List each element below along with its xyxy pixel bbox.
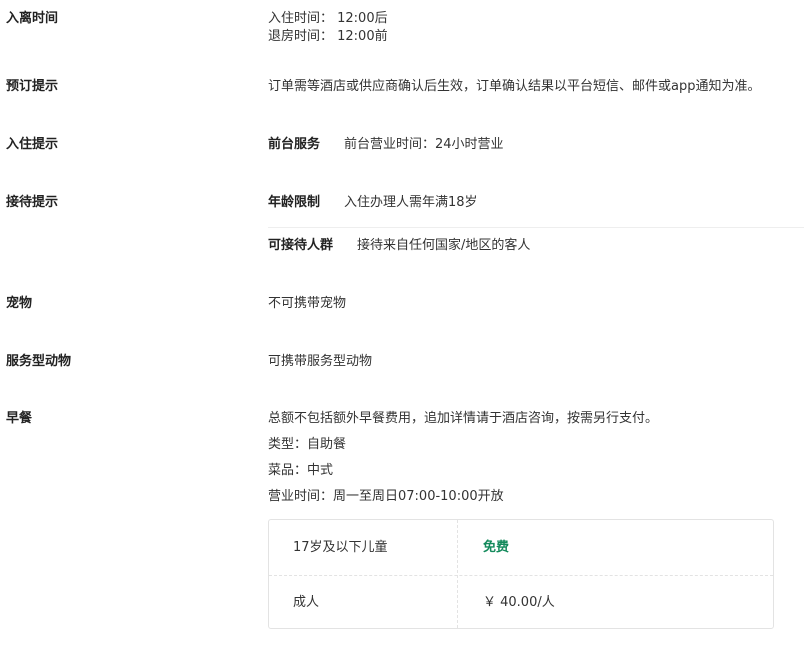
pets-text: 不可携带宠物 (268, 296, 347, 311)
breakfast-hours: 营业时间：周一至周日07:00-10:00开放 (268, 489, 504, 504)
policy-label-booking-notice: 预订提示 (6, 79, 59, 94)
accepted-guests-key: 可接待人群 (268, 238, 334, 253)
fee-guest-type: 成人 (293, 595, 320, 610)
breakfast-note: 总额不包括额外早餐费用，追加详情请于酒店咨询，按需另行支付。 (268, 411, 659, 426)
policy-label-service-animals: 服务型动物 (6, 354, 72, 369)
policy-row-checkin-checkout: 入离时间 入住时间： 12:00后 退房时间： 12:00前 (0, 0, 804, 60)
breakfast-fee-table: 17岁及以下儿童 免费 成人 ￥ 40.00/人 (268, 519, 774, 629)
fee-price-free: 免费 (483, 540, 510, 555)
checkin-checkout-content: 入住时间： 12:00后 退房时间： 12:00前 (268, 10, 804, 46)
policy-row-service-animals: 服务型动物 可携带服务型动物 (0, 345, 804, 385)
checkin-notice-content: 前台服务 前台营业时间：24小时营业 (268, 136, 804, 154)
fee-row: 17岁及以下儿童 免费 (269, 520, 773, 576)
policy-label-checkin-checkout: 入离时间 (6, 11, 59, 26)
pets-content: 不可携带宠物 (268, 295, 804, 313)
checkout-time: 退房时间： 12:00前 (268, 29, 388, 44)
policy-label-pets: 宠物 (6, 296, 33, 311)
policy-row-booking-notice: 预订提示 订单需等酒店或供应商确认后生效，订单确认结果以平台短信、邮件或app通… (0, 70, 804, 110)
breakfast-cuisine: 菜品：中式 (268, 463, 334, 478)
front-desk-service: 前台服务 前台营业时间：24小时营业 (268, 136, 804, 154)
fee-guest-type: 17岁及以下儿童 (293, 540, 388, 555)
policy-row-reception-notice: 接待提示 年龄限制 入住办理人需年满18岁 可接待人群 接待来自任何国家/地区的… (0, 186, 804, 270)
fee-price: ￥ 40.00/人 (483, 595, 555, 610)
reception-sub-divider (268, 227, 804, 228)
policy-label-breakfast: 早餐 (6, 411, 33, 426)
breakfast-content: 总额不包括额外早餐费用，追加详情请于酒店咨询，按需另行支付。 类型：自助餐 菜品… (268, 410, 804, 514)
accepted-guests: 可接待人群 接待来自任何国家/地区的客人 (268, 237, 804, 255)
fee-row: 成人 ￥ 40.00/人 (269, 575, 773, 630)
age-restriction: 年龄限制 入住办理人需年满18岁 (268, 194, 804, 212)
policy-row-breakfast: 早餐 总额不包括额外早餐费用，追加详情请于酒店咨询，按需另行支付。 类型：自助餐… (0, 402, 804, 512)
age-restriction-value: 入住办理人需年满18岁 (344, 195, 478, 210)
policy-row-checkin-notice: 入住提示 前台服务 前台营业时间：24小时营业 (0, 128, 804, 168)
breakfast-type: 类型：自助餐 (268, 437, 347, 452)
booking-notice-content: 订单需等酒店或供应商确认后生效，订单确认结果以平台短信、邮件或app通知为准。 (268, 78, 804, 96)
age-restriction-key: 年龄限制 (268, 195, 321, 210)
policy-label-checkin-notice: 入住提示 (6, 137, 59, 152)
policy-label-reception-notice: 接待提示 (6, 195, 59, 210)
front-desk-value: 前台营业时间：24小时营业 (344, 137, 504, 152)
accepted-guests-content: 可接待人群 接待来自任何国家/地区的客人 (268, 237, 804, 255)
front-desk-key: 前台服务 (268, 137, 321, 152)
accepted-guests-value: 接待来自任何国家/地区的客人 (357, 238, 531, 253)
service-animals-text: 可携带服务型动物 (268, 354, 373, 369)
booking-notice-text: 订单需等酒店或供应商确认后生效，订单确认结果以平台短信、邮件或app通知为准。 (268, 79, 761, 94)
age-restriction-content: 年龄限制 入住办理人需年满18岁 (268, 194, 804, 212)
policy-row-pets: 宠物 不可携带宠物 (0, 287, 804, 327)
checkin-time: 入住时间： 12:00后 (268, 11, 388, 26)
service-animals-content: 可携带服务型动物 (268, 353, 804, 371)
